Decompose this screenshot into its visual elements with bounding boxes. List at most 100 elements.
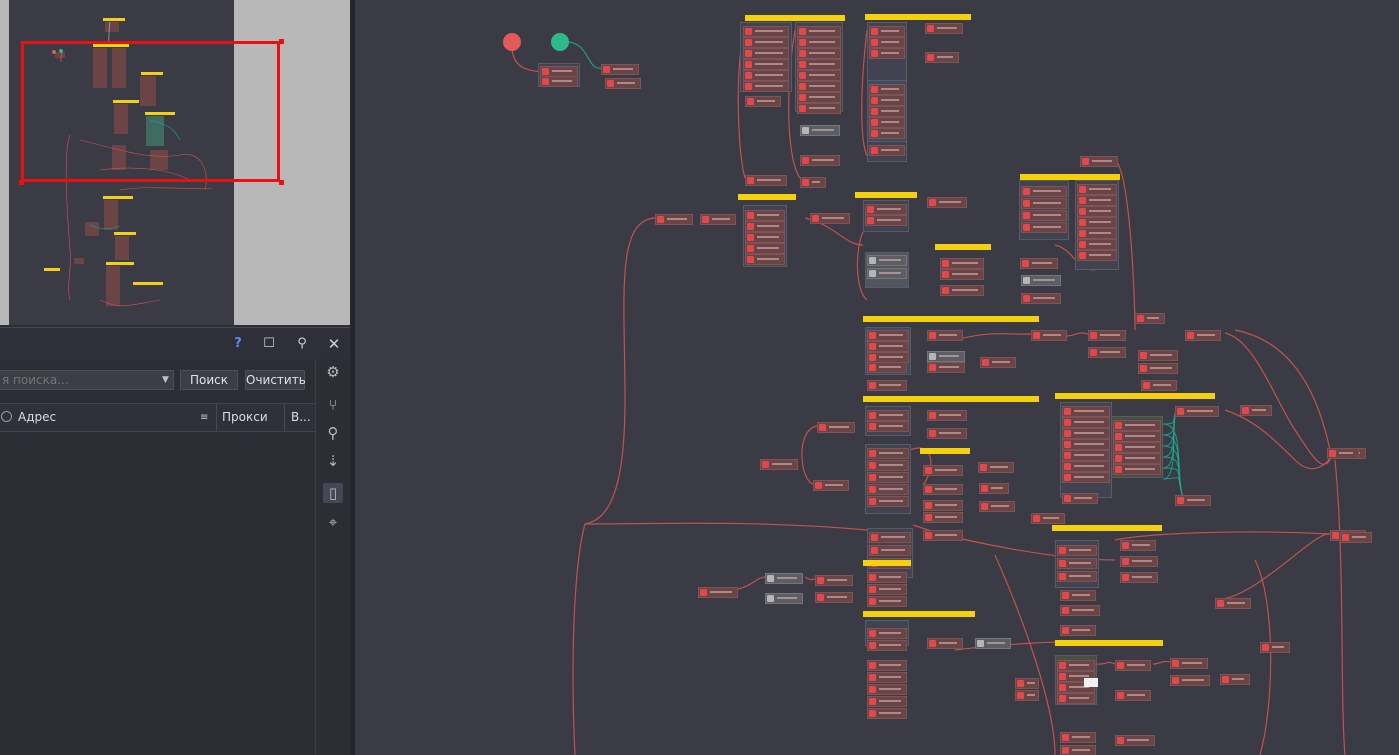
action-node[interactable] (1077, 239, 1117, 250)
pin-button[interactable]: ⚲ (292, 334, 312, 354)
action-node[interactable] (979, 501, 1015, 512)
column-address[interactable]: Адрес (18, 404, 56, 431)
action-node[interactable] (869, 145, 905, 156)
action-node[interactable] (867, 628, 907, 639)
device-icon[interactable]: ▯ (323, 483, 343, 503)
action-node[interactable] (797, 70, 841, 81)
start-node[interactable] (503, 33, 521, 51)
action-node[interactable] (745, 232, 785, 243)
action-node[interactable] (869, 106, 905, 117)
minimap-resize-handle[interactable] (279, 180, 284, 185)
action-node[interactable] (1170, 675, 1210, 686)
action-node[interactable] (867, 684, 907, 695)
action-node[interactable] (800, 155, 840, 166)
start-node[interactable] (551, 33, 569, 51)
action-node[interactable] (810, 213, 850, 224)
action-node[interactable] (869, 545, 911, 556)
action-node[interactable] (601, 64, 639, 75)
action-node[interactable] (1115, 690, 1151, 701)
action-node[interactable] (867, 660, 907, 671)
action-node[interactable] (867, 362, 907, 373)
close-button[interactable]: ✕ (324, 334, 344, 354)
action-node[interactable] (867, 708, 907, 719)
action-node[interactable] (745, 175, 787, 186)
action-node[interactable] (867, 421, 909, 432)
action-node[interactable] (1077, 217, 1117, 228)
action-node[interactable] (1062, 472, 1110, 483)
action-node[interactable] (1015, 678, 1039, 689)
action-node[interactable] (869, 48, 905, 59)
action-node[interactable] (815, 592, 853, 603)
action-node[interactable] (797, 26, 841, 37)
action-node[interactable] (1060, 625, 1096, 636)
action-node[interactable] (867, 696, 907, 707)
action-node[interactable] (923, 465, 963, 476)
action-node[interactable] (1113, 420, 1161, 431)
action-node[interactable] (1062, 450, 1110, 461)
action-node[interactable] (1060, 605, 1100, 616)
action-node[interactable] (1088, 347, 1126, 358)
action-node[interactable] (1062, 417, 1110, 428)
action-node[interactable] (927, 362, 965, 373)
sort-icon[interactable]: ⇣ (323, 451, 343, 471)
action-node[interactable] (1113, 431, 1161, 442)
settings-icon[interactable]: ⚙ (323, 362, 343, 382)
action-node[interactable] (1021, 222, 1067, 233)
action-node[interactable] (1021, 275, 1061, 286)
action-node[interactable] (1113, 453, 1161, 464)
minimap-viewport-frame[interactable] (21, 41, 280, 182)
clear-button[interactable]: Очистить (245, 370, 306, 390)
action-node[interactable] (1062, 461, 1110, 472)
action-node[interactable] (1088, 330, 1126, 341)
action-node[interactable] (1015, 690, 1039, 701)
action-node[interactable] (1062, 406, 1110, 417)
action-node[interactable] (927, 351, 965, 362)
action-node[interactable] (923, 500, 963, 511)
action-node[interactable] (797, 81, 841, 92)
action-node[interactable] (869, 95, 905, 106)
action-node[interactable] (925, 23, 963, 34)
workflow-canvas[interactable] (355, 0, 1399, 755)
action-node[interactable] (1021, 186, 1067, 197)
action-node[interactable] (815, 575, 853, 586)
action-node[interactable] (1057, 693, 1095, 704)
action-node[interactable] (867, 330, 909, 341)
action-node[interactable] (1115, 735, 1155, 746)
action-node[interactable] (1115, 660, 1151, 671)
action-node[interactable] (980, 357, 1016, 368)
action-node[interactable] (1327, 448, 1359, 459)
column-proxy[interactable]: Прокси (222, 404, 268, 431)
action-node[interactable] (1138, 363, 1178, 374)
action-node[interactable] (700, 214, 736, 225)
action-node[interactable] (1120, 572, 1158, 583)
action-node[interactable] (1175, 495, 1211, 506)
action-node[interactable] (1340, 532, 1372, 543)
action-node[interactable] (867, 410, 909, 421)
action-node[interactable] (745, 96, 781, 107)
action-node[interactable] (743, 48, 789, 59)
column-truncated[interactable]: В... (291, 404, 311, 431)
action-node[interactable] (869, 117, 905, 128)
action-node[interactable] (655, 214, 693, 225)
action-node[interactable] (978, 462, 1014, 473)
action-node[interactable] (1062, 428, 1110, 439)
action-node[interactable] (745, 254, 785, 265)
action-node[interactable] (765, 573, 803, 584)
action-node[interactable] (867, 268, 907, 279)
action-node[interactable] (1135, 313, 1165, 324)
action-node[interactable] (1260, 642, 1290, 653)
action-node[interactable] (867, 484, 909, 495)
action-node[interactable] (867, 380, 907, 391)
action-node[interactable] (1077, 184, 1117, 195)
action-node[interactable] (1113, 442, 1161, 453)
action-node[interactable] (1080, 156, 1118, 167)
action-node[interactable] (1113, 464, 1161, 475)
action-node[interactable] (867, 255, 907, 266)
action-node[interactable] (1057, 545, 1097, 556)
action-node[interactable] (925, 52, 959, 63)
action-node[interactable] (867, 640, 907, 651)
sort-icon[interactable]: ≡ (200, 404, 208, 431)
action-node[interactable] (698, 587, 738, 598)
action-node[interactable] (867, 448, 909, 459)
action-node[interactable] (940, 269, 984, 280)
